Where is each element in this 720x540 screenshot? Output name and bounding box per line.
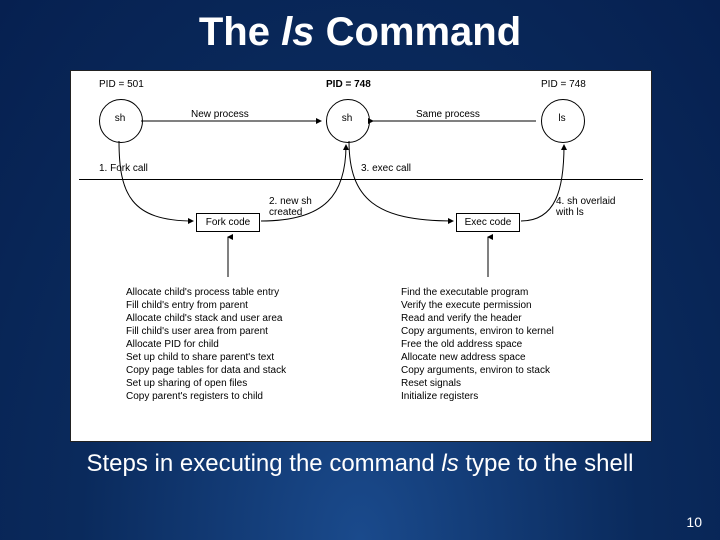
- pid-label-3: PID = 748: [541, 79, 586, 90]
- exec-steps-list: Find the executable program Verify the e…: [401, 286, 554, 403]
- pid-label-1: PID = 501: [99, 79, 144, 90]
- page-number: 10: [686, 514, 702, 530]
- slide-title: The ls Command: [0, 10, 720, 55]
- pid-label-2: PID = 748: [326, 79, 371, 90]
- caption-pre: Steps in executing the command: [87, 450, 442, 477]
- caption-post: type to the shell: [459, 450, 634, 477]
- arrow-new-process: [141, 101, 326, 141]
- node-sh-child-label: sh: [326, 113, 368, 124]
- arrow-fork-up: [221, 233, 235, 281]
- diagram-panel: PID = 501 PID = 748 PID = 748 sh sh ls N…: [70, 70, 652, 442]
- title-pre: The: [199, 10, 281, 54]
- curve-overlay: [516, 139, 616, 239]
- slide-caption: Steps in executing the command ls type t…: [0, 450, 720, 478]
- caption-it: ls: [441, 450, 458, 477]
- arrow-new-process-label: New process: [191, 109, 249, 120]
- node-sh-parent-label: sh: [99, 113, 141, 124]
- arrow-exec-up: [481, 233, 495, 281]
- title-post: Command: [314, 10, 521, 54]
- node-ls-label: ls: [541, 113, 583, 124]
- slide: The ls Command PID = 501 PID = 748 PID =…: [0, 0, 720, 540]
- arrow-same-process: [368, 101, 541, 141]
- arrow-same-process-label: Same process: [416, 109, 480, 120]
- fork-steps-list: Allocate child's process table entry Fil…: [126, 286, 286, 403]
- box-exec-code: Exec code: [456, 213, 520, 232]
- title-ls: ls: [281, 10, 314, 54]
- box-fork-code: Fork code: [196, 213, 260, 232]
